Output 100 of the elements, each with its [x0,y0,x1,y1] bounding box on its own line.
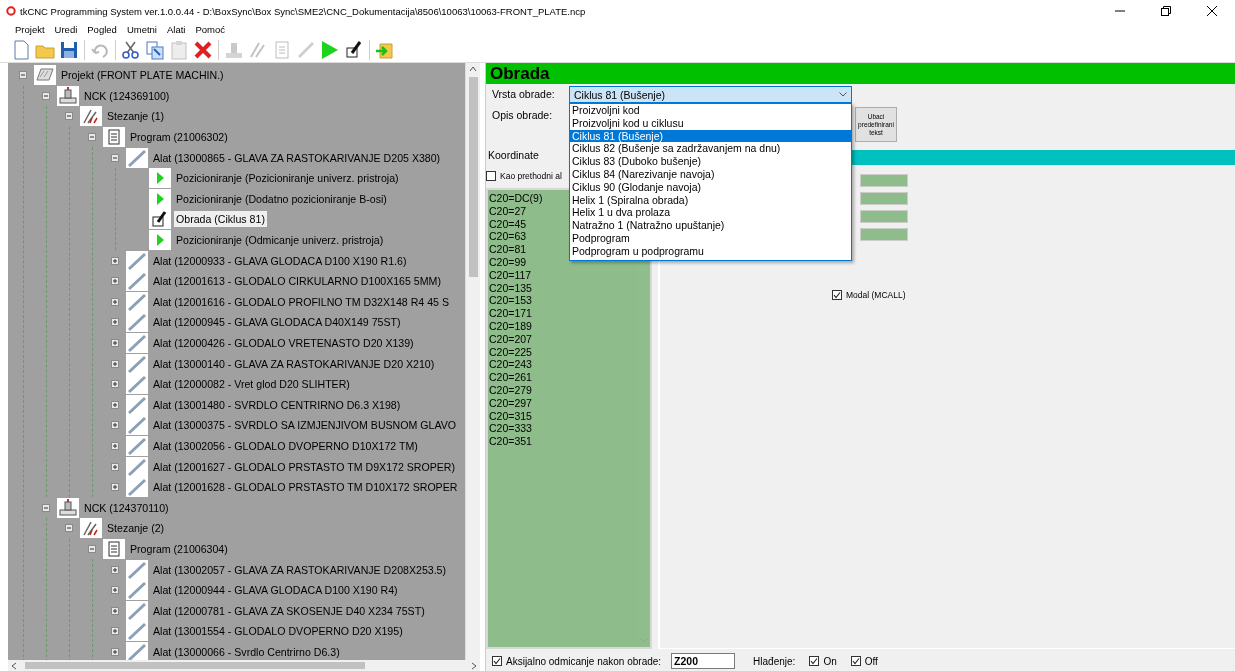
horizontal-scrollbar[interactable] [8,660,480,671]
menu-item[interactable]: Uredi [49,22,83,37]
dropdown-option[interactable]: Proizvoljni kod [570,104,851,117]
input-field[interactable] [860,210,908,223]
expand-icon[interactable] [111,483,119,492]
field-label: Vrsta obrade: [492,87,556,102]
tree-item[interactable]: Alat (13001554 - GLODALO DVOPERNO D20 X195) [151,623,405,640]
expand-icon[interactable] [111,380,119,389]
scrollbar-thumb[interactable] [25,662,365,669]
dropdown-option[interactable]: Ciklus 83 (Duboko bušenje) [570,155,851,168]
collapse-icon[interactable] [88,133,96,142]
expand-icon[interactable] [111,586,119,595]
checkbox[interactable] [486,171,496,181]
collapse-icon[interactable] [42,91,50,100]
tool-icon [126,559,148,580]
collapse-icon[interactable] [88,544,96,553]
expand-icon[interactable] [111,256,119,265]
expand-icon[interactable] [111,339,119,347]
input-field[interactable] [860,228,908,241]
tree-item[interactable]: Alat (12000082 - Vret glod D20 SLIHTER) [151,376,352,393]
list-item[interactable]: C20=171 [489,307,638,320]
dropdown-option[interactable]: Natražno 1 (Natražno upuštanje) [570,219,851,232]
list-item[interactable]: C20=279 [489,383,638,397]
scrollbar-thumb[interactable] [468,77,478,277]
scroll-left-icon[interactable] [11,661,17,670]
list-item[interactable]: C20=207 [489,332,638,346]
tree-item[interactable]: Alat (12001613 - GLODALO CIRKULARNO D100X165 5MM) [151,273,443,290]
expand-icon[interactable] [111,627,119,636]
tree-item[interactable]: Alat (13000865 - GLAVA ZA RASTOKARIVANJE D205 X380) [151,149,443,166]
collapse-icon[interactable] [65,524,73,533]
input-field[interactable] [860,192,908,205]
tree-item[interactable]: Alat (13002056 - GLODALO DVOPERNO D10X172 TM) [151,438,420,454]
input-field[interactable] [860,174,908,187]
tree-item[interactable]: Projekt (FRONT PLATE MACHIN.) [59,67,226,84]
tree-item[interactable]: Alat (12000426 - GLODALO VRETENASTO D20 X139) [151,335,416,351]
tree-item[interactable]: Program (21006302) [128,129,230,146]
tree-item[interactable]: Alat (13001480 - SVRDLO CENTRIRNO D6.3 X198) [151,396,403,413]
expand-icon[interactable] [111,606,119,615]
expand-icon[interactable] [111,565,119,574]
machine-icon [57,497,79,518]
list-item[interactable]: C20=153 [489,294,638,308]
list-item[interactable]: C20=297 [489,396,638,410]
tree-item[interactable]: Alat (13002057 - GLAVA ZA RASTOKARIVANJE D208X253.5) [151,561,449,578]
tree-item[interactable]: Alat (12000945 - GLAVA GLODACA D40X149 75ST) [151,314,403,331]
list-item[interactable]: C20=243 [489,358,638,372]
expand-icon[interactable] [111,277,119,286]
menu-item[interactable]: Pomoć [190,22,231,37]
collapse-icon[interactable] [111,153,119,162]
tree-item[interactable]: Alat (12001616 - GLODALO PROFILNO TM D32X148 R4 45 S [151,293,451,310]
tree-item[interactable]: Pozicioniranje (Dodatno pozicioniranje B-osi) [174,190,389,207]
tree-item[interactable]: Alat (13000140 - GLAVA ZA RASTOKARIVANJE D20 X210) [151,355,437,372]
tree-item[interactable]: Alat (13000375 - SVRDLO SA IZMJENJIVOM BUSNOM GLAVO [151,417,458,434]
expand-icon[interactable] [111,400,119,409]
list-item[interactable]: C20=333 [489,422,638,436]
tree-item[interactable]: Program (21006304) [128,540,230,557]
collapse-icon[interactable] [42,503,50,512]
input-field[interactable]: Z200 [671,653,736,669]
list-item[interactable]: C20=261 [489,371,638,384]
collapse-icon[interactable] [19,71,27,80]
expand-icon[interactable] [111,297,119,306]
menu-item[interactable]: Alati [161,22,191,37]
expand-icon[interactable] [111,421,119,430]
expand-icon[interactable] [111,462,119,471]
vertical-scrollbar[interactable] [465,63,480,660]
checkbox[interactable] [832,290,842,300]
tree-item[interactable]: Pozicioniranje (Pozicioniranje univerz. pristroja) [174,170,401,187]
tree-item[interactable]: Alat (12001628 - GLODALO PRSTASTO TM D10X172 SROPER [151,479,460,496]
tree-item[interactable]: NCK (124370110) [82,499,171,516]
menu-item[interactable]: Projekt [10,22,50,37]
tree-item[interactable]: Alat (12000781 - GLAVA ZA SKOSENJE D40 X234 75ST) [151,602,427,619]
expand-icon[interactable] [111,647,119,656]
list-item[interactable]: C20=225 [489,345,638,359]
tree-item[interactable]: Stezanje (1) [105,108,167,125]
list-item[interactable]: C20=315 [489,409,638,423]
tree-item[interactable]: Pozicioniranje (Odmicanje univerz. pristroja) [174,232,386,249]
expand-icon[interactable] [111,359,119,368]
menu-item[interactable]: Umetni [121,22,162,37]
expand-icon[interactable] [111,442,119,450]
checkbox[interactable] [850,656,861,666]
menu-item[interactable]: Pogled [82,22,122,37]
tree-item[interactable]: Obrada (Ciklus 81) [174,211,267,228]
dropdown-option[interactable]: Helix 1 u dva prolaza [570,206,851,220]
list-item[interactable]: C20=117 [489,268,638,282]
tree-item[interactable]: Alat (12001627 - GLODALO PRSTASTO TM D9X172 SROPER) [151,458,458,475]
tree-item[interactable]: Stezanje (2) [105,520,167,537]
collapse-icon[interactable] [65,112,73,121]
expand-icon[interactable] [111,318,119,327]
dropdown-option[interactable]: Ciklus 82 (Bušenje sa zadržavanjem na dnu) [570,142,851,156]
list-item[interactable]: C20=351 [489,435,638,448]
tool-icon [126,477,148,498]
tree-item[interactable]: Alat (12000944 - GLAVA GLODACA D100 X190 R4) [151,582,400,599]
checkbox[interactable] [492,656,502,666]
tree-item[interactable]: NCK (124369100) [82,87,172,104]
tree-item[interactable]: Alat (13000066 - Svrdlo Centrirno D6.3) [151,643,342,660]
checkbox[interactable] [809,656,820,666]
list-item[interactable]: C20=135 [489,281,638,295]
tree-item[interactable]: Alat (12000933 - GLAVA GLODACA D100 X190 R1.6) [151,252,409,269]
list-item[interactable]: C20=189 [489,319,638,333]
dropdown-field[interactable]: Ciklus 81 (Bušenje) [569,86,852,103]
scroll-right-icon[interactable] [471,661,477,670]
